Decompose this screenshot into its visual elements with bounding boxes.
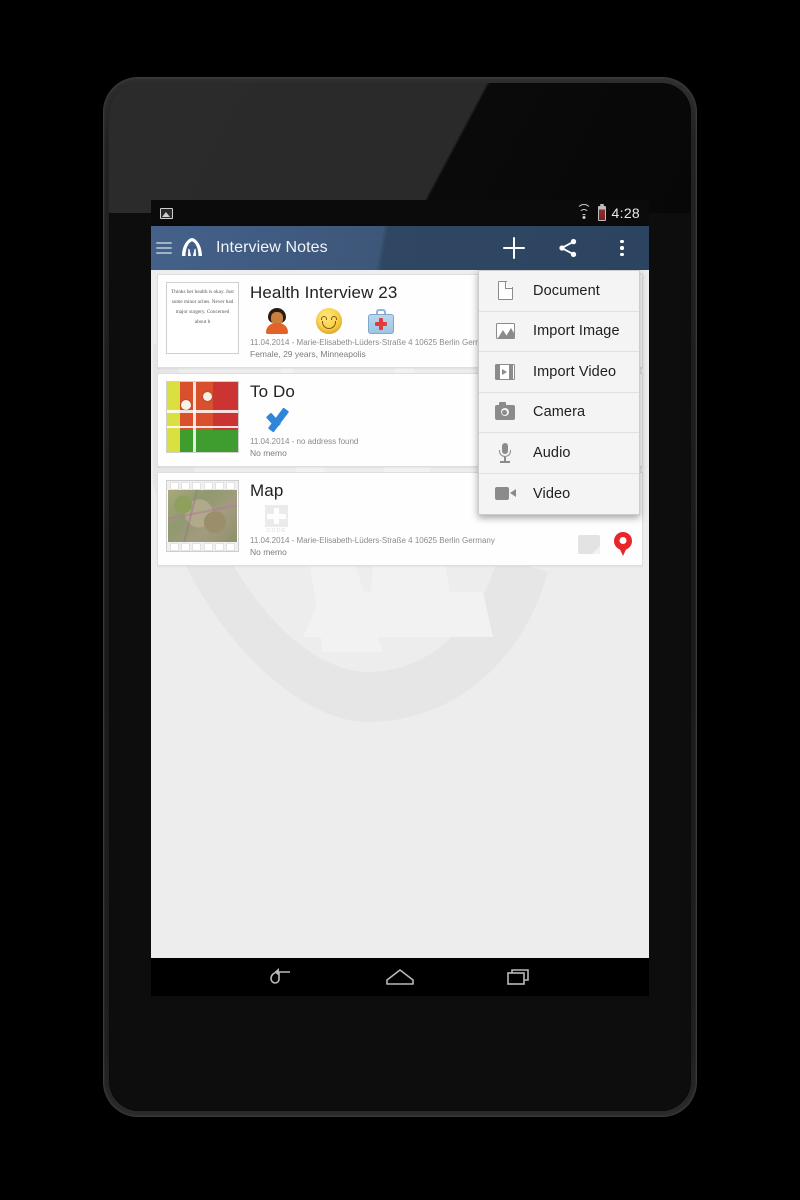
- more-vertical-icon: [620, 239, 624, 257]
- menu-item-label: Import Video: [533, 363, 617, 380]
- menu-item-label: Camera: [533, 404, 586, 421]
- image-notification-icon: [160, 207, 173, 219]
- first-aid-kit-emoji: [368, 308, 394, 334]
- menu-item-import-image[interactable]: Import Image: [479, 312, 639, 352]
- camera-icon: [494, 401, 516, 423]
- status-bar-clock: 4:28: [611, 205, 640, 221]
- add-popup-menu: Document Import Image Import Video Camer…: [478, 270, 640, 515]
- thumbnail-note-text: Thinks her health is okay. Just some min…: [171, 289, 234, 326]
- menu-item-import-video[interactable]: Import Video: [479, 352, 639, 393]
- menu-item-label: Video: [533, 485, 571, 502]
- location-pin-icon: [614, 532, 632, 556]
- hamburger-menu-icon[interactable]: [156, 242, 172, 254]
- home-button[interactable]: [380, 964, 420, 990]
- page-title: Interview Notes: [216, 239, 328, 256]
- overflow-button[interactable]: [609, 235, 635, 261]
- image-icon: [494, 320, 516, 342]
- note-tag-icon: [578, 534, 600, 554]
- back-arrow-icon: [269, 968, 290, 984]
- note-badges: [578, 532, 632, 556]
- note-thumbnail: Thinks her health is okay. Just some min…: [166, 282, 239, 354]
- menu-item-audio[interactable]: Audio: [479, 433, 639, 474]
- plus-icon: [503, 237, 525, 259]
- app-logo-icon[interactable]: [178, 235, 205, 262]
- smiling-face-emoji: [316, 308, 342, 334]
- wifi-icon: [576, 204, 592, 219]
- home-icon: [386, 969, 414, 985]
- note-meta-secondary: No memo: [250, 448, 287, 458]
- menu-item-video[interactable]: Video: [479, 474, 639, 515]
- share-button[interactable]: [555, 235, 581, 261]
- blue-checkmark-icon: [264, 405, 304, 435]
- status-bar: 4:28: [151, 200, 649, 226]
- screen-gloss-reflection: [109, 83, 691, 213]
- share-icon: [559, 238, 577, 258]
- woman-emoji: [264, 308, 290, 334]
- back-button[interactable]: [261, 964, 301, 990]
- recents-button[interactable]: [499, 964, 539, 990]
- microphone-icon: [494, 442, 516, 464]
- note-meta: 11.04.2014 - Marie-Elisabeth-Lüders-Stra…: [250, 338, 495, 347]
- menu-item-label: Document: [533, 282, 600, 299]
- android-nav-bar: [151, 958, 649, 996]
- menu-item-camera[interactable]: Camera: [479, 393, 639, 433]
- note-thumbnail: [166, 480, 239, 552]
- note-meta: 11.04.2014 - no address found: [250, 437, 359, 446]
- note-meta-secondary: No memo: [250, 547, 287, 557]
- menu-item-label: Audio: [533, 444, 571, 461]
- video-camera-icon: [494, 483, 516, 505]
- note-meta: 11.04.2014 - Marie-Elisabeth-Lüders-Stra…: [250, 536, 495, 545]
- battery-icon: [597, 205, 606, 221]
- menu-item-label: Import Image: [533, 323, 620, 340]
- tablet-screen: 4:28 Interview Notes Thinks her health i…: [151, 200, 649, 996]
- add-button[interactable]: [501, 235, 527, 261]
- menu-item-document[interactable]: Document: [479, 271, 639, 312]
- film-icon: [494, 361, 516, 383]
- note-meta-secondary: Female, 29 years, Minneapolis: [250, 349, 366, 359]
- recents-icon: [507, 969, 530, 985]
- map-thumbnail-image: [168, 490, 237, 542]
- document-icon: [494, 280, 516, 302]
- action-bar-actions: [501, 235, 639, 261]
- note-thumbnail: [166, 381, 239, 453]
- content-area: Thinks her health is okay. Just some min…: [151, 270, 649, 958]
- qr-code-icon: CODE: [264, 505, 292, 534]
- action-bar: Interview Notes: [151, 226, 649, 270]
